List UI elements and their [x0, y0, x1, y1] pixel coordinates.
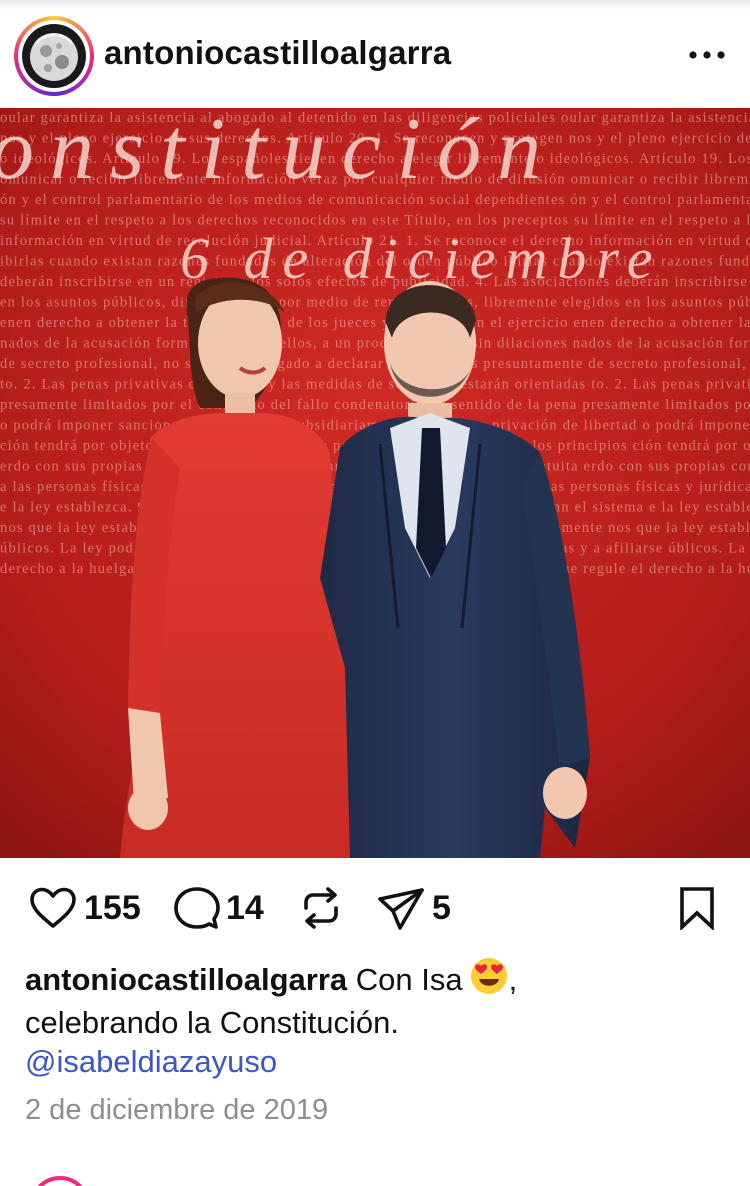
like-count: 155 — [84, 888, 141, 927]
post-photo[interactable]: oular garantiza la asistencia al abogado… — [0, 108, 750, 858]
backdrop-text-line: presamente limitados por el contenido de… — [0, 397, 750, 413]
heart-icon — [30, 887, 76, 928]
next-post-avatar[interactable] — [30, 1176, 90, 1186]
backdrop-text-line: enen derecho a obtener la tutela efectiv… — [0, 315, 750, 331]
more-dots-icon — [689, 51, 725, 59]
comment-button[interactable]: 14 — [174, 886, 264, 930]
caption-comma: , — [508, 962, 518, 997]
bookmark-icon — [680, 887, 714, 930]
backdrop-text-line: nados de la acusación formulada contra e… — [0, 336, 750, 352]
post-header: antoniocastilloalgarra — [0, 0, 750, 108]
post-date: 2 de diciembre de 2019 — [25, 1094, 329, 1126]
caption-username[interactable]: antoniocastilloalgarra — [25, 962, 347, 997]
photo-image: oular garantiza la asistencia al abogado… — [0, 108, 750, 858]
backdrop-text-line: de secreto profesional, no se estará obl… — [0, 356, 750, 372]
share-button[interactable]: 5 — [376, 886, 451, 930]
mention-link[interactable]: @isabeldiazayuso — [25, 1040, 277, 1083]
backdrop-title-2: 6 de diciembre — [180, 226, 663, 291]
backdrop-title-1: onstitución — [0, 108, 557, 198]
comment-count: 14 — [226, 888, 264, 927]
share-count: 5 — [432, 888, 451, 927]
repost-icon — [304, 887, 338, 929]
story-ring[interactable] — [14, 16, 94, 96]
backdrop-text-line: to. 2. Las penas privativas de libertad … — [0, 377, 750, 393]
repost-button[interactable] — [298, 886, 344, 930]
backdrop-text-line: en los asuntos públicos, directamente o … — [0, 295, 750, 311]
action-bar: 155 14 5 — [0, 872, 750, 944]
post-username[interactable]: antoniocastilloalgarra — [104, 34, 451, 72]
caption-text: Con Isa — [355, 962, 463, 997]
moon-avatar-icon — [22, 24, 86, 88]
like-button[interactable]: 155 — [28, 886, 141, 930]
more-options-button[interactable] — [682, 38, 732, 72]
caption: antoniocastilloalgarra Con Isa , celebra… — [25, 956, 725, 1044]
heart-eyes-emoji-icon — [469, 956, 509, 996]
send-icon — [378, 888, 424, 930]
comment-icon — [174, 887, 220, 929]
save-button[interactable] — [676, 886, 718, 930]
caption-text-line2: celebrando la Constitución. — [25, 1005, 399, 1040]
avatar[interactable] — [22, 24, 86, 88]
